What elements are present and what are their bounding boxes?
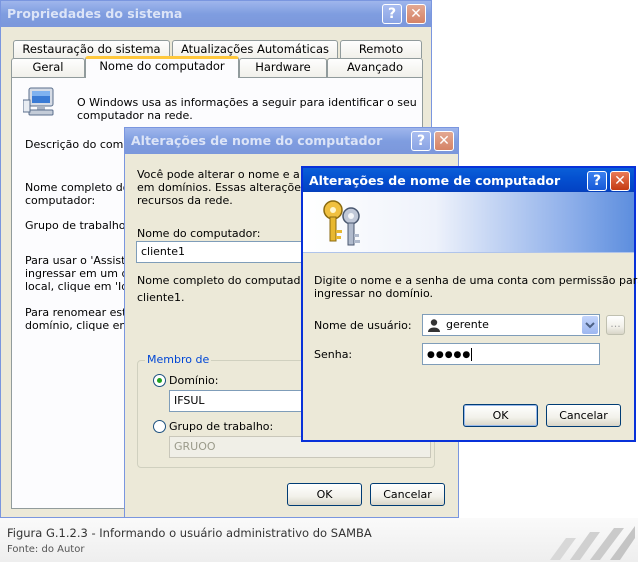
close-button[interactable]: ✕ [434, 131, 454, 151]
text-cursor [471, 347, 473, 361]
username-combobox[interactable]: gerente [422, 314, 600, 336]
intro-text-line1: Você pode alterar o nome e a par [137, 168, 322, 181]
full-name-label-line2: computador: [25, 194, 96, 207]
info-text-line1: O Windows usa as informações a seguir pa… [77, 96, 417, 109]
window-title: Alterações de nome de computador [309, 173, 561, 188]
help-button[interactable]: ? [382, 4, 402, 24]
tab-hardware[interactable]: Hardware [239, 58, 327, 77]
keys-icon [319, 196, 367, 248]
workgroup-label: Grupo de trabalho: [169, 420, 274, 433]
full-computer-name-value: cliente1. [137, 291, 185, 304]
tab-computer-name[interactable]: Nome do computador [85, 56, 239, 78]
info-text-line2: computador na rede. [77, 109, 193, 122]
assistant-text-line1: Para usar o 'Assiste [25, 254, 133, 267]
username-value: gerente [446, 318, 489, 331]
credentials-message-line1: Digite o nome e a senha de uma conta com… [314, 274, 638, 287]
username-label: Nome de usuário: [314, 319, 412, 332]
ok-button[interactable]: OK [463, 404, 538, 427]
tab-general[interactable]: Geral [11, 58, 85, 77]
computer-name-label: Nome do computador: [137, 227, 261, 240]
figure-source: Fonte: do Autor [7, 544, 85, 555]
figure-caption: Figura G.1.2.3 - Informando o usuário ad… [7, 526, 372, 540]
decorative-stripes [540, 524, 635, 560]
rename-text-line1: Para renomear este [25, 306, 134, 319]
rename-text-line2: domínio, clique em ' [25, 319, 137, 332]
cancel-button[interactable]: Cancelar [370, 483, 445, 506]
tab-remote[interactable]: Remoto [340, 40, 422, 58]
password-input[interactable]: ●●●●● [422, 343, 600, 365]
user-icon [427, 318, 441, 332]
close-button[interactable]: ✕ [406, 4, 426, 24]
workgroup-radio[interactable] [153, 420, 166, 433]
intro-text-line3: recursos da rede. [137, 194, 233, 207]
workgroup-label: Grupo de trabalho: [25, 219, 130, 232]
credentials-message-line2: ingressar no domínio. [314, 287, 434, 300]
browse-button[interactable]: ... [606, 315, 625, 335]
description-label: Descrição do compu [25, 138, 138, 151]
domain-radio[interactable] [153, 374, 166, 387]
chevron-down-icon[interactable] [582, 316, 598, 334]
cancel-button[interactable]: Cancelar [546, 404, 621, 427]
password-label: Senha: [314, 348, 353, 361]
figure-caption-bar: Figura G.1.2.3 - Informando o usuário ad… [0, 518, 638, 562]
full-computer-name-label: Nome completo do computador: [137, 274, 316, 287]
computer-icon [22, 86, 59, 118]
member-of-title: Membro de [145, 353, 212, 366]
window-title: Alterações de nome do computador [131, 133, 383, 148]
help-button[interactable]: ? [411, 131, 431, 151]
domain-input[interactable]: IFSUL [169, 390, 319, 412]
window-title: Propriedades do sistema [7, 6, 183, 21]
ok-button[interactable]: OK [287, 483, 362, 506]
domain-label: Domínio: [169, 374, 219, 387]
help-button[interactable]: ? [587, 171, 607, 191]
full-name-label-line1: Nome completo do [25, 181, 130, 194]
credentials-dialog-titlebar[interactable]: Alterações de nome de computador ? ✕ [303, 168, 634, 194]
close-button[interactable]: ✕ [610, 171, 630, 191]
system-properties-titlebar[interactable]: Propriedades do sistema ? ✕ [1, 1, 431, 27]
credentials-dialog: Alterações de nome de computador ? ✕ Dig… [301, 166, 638, 442]
tab-advanced[interactable]: Avançado [327, 58, 423, 77]
rename-dialog-titlebar[interactable]: Alterações de nome do computador ? ✕ [125, 128, 458, 154]
credentials-banner [303, 192, 634, 253]
intro-text-line2: em domínios. Essas alterações po [137, 181, 324, 194]
password-value: ●●●●● [427, 350, 472, 360]
